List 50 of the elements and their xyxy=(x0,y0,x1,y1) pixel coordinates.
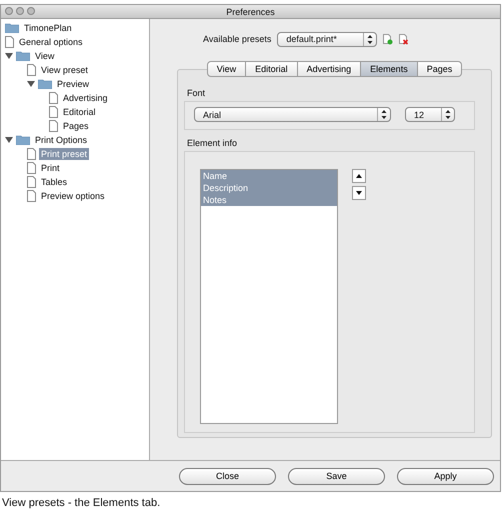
tree-item[interactable]: View xyxy=(33,50,56,62)
tab[interactable]: Elements xyxy=(361,61,418,77)
tree-item[interactable]: Preview options xyxy=(39,190,107,202)
folder-icon xyxy=(5,23,19,33)
document-icon xyxy=(49,106,58,118)
tab[interactable]: Editorial xyxy=(246,61,298,77)
tree-item[interactable]: TimonePlan xyxy=(22,22,74,34)
caption: View presets - the Elements tab. xyxy=(2,497,162,509)
expanded-triangle-icon[interactable] xyxy=(27,80,35,88)
folder-icon xyxy=(16,51,30,61)
document-icon xyxy=(27,176,36,188)
expanded-triangle-icon[interactable] xyxy=(5,52,13,60)
document-icon xyxy=(27,64,36,76)
document-icon xyxy=(27,148,36,160)
down-arrow-icon xyxy=(356,191,362,195)
tab[interactable]: Advertising xyxy=(298,61,362,77)
presets-label: Available presets xyxy=(203,34,272,44)
tree-item[interactable]: Preview xyxy=(55,78,92,90)
delete-document-icon[interactable] xyxy=(399,34,410,44)
document-icon xyxy=(27,162,36,174)
tree-item[interactable]: Tables xyxy=(39,176,70,188)
folder-icon xyxy=(16,135,30,145)
tree-item[interactable]: Advertising xyxy=(61,92,110,104)
font-label: Font xyxy=(187,88,206,98)
dialog-button[interactable]: Apply xyxy=(397,468,494,484)
dialog-button[interactable]: Close xyxy=(179,468,276,484)
document-icon xyxy=(27,190,36,202)
up-arrow-icon xyxy=(356,174,362,178)
tree-item[interactable]: Editorial xyxy=(61,106,98,118)
move-down-button[interactable] xyxy=(352,186,366,200)
folder-icon xyxy=(38,79,52,89)
add-document-icon[interactable] xyxy=(383,34,394,44)
tree-item[interactable]: Print xyxy=(39,162,62,174)
tab[interactable]: View xyxy=(206,61,246,77)
document-icon xyxy=(49,120,58,132)
expanded-triangle-icon[interactable] xyxy=(5,136,13,144)
move-up-button[interactable] xyxy=(352,169,366,183)
document-icon xyxy=(49,92,58,104)
tree-item[interactable]: View preset xyxy=(39,64,90,76)
tree-item[interactable]: General options xyxy=(17,36,85,48)
document-icon xyxy=(5,36,14,48)
element-info-label: Element info xyxy=(187,138,238,148)
font-size-dropdown[interactable]: 12 xyxy=(405,107,455,122)
presets-dropdown[interactable]: default.print* xyxy=(277,32,378,46)
tree-item[interactable]: Pages xyxy=(61,120,91,132)
window-title: Preferences xyxy=(225,6,276,16)
tree-item[interactable]: Print Options xyxy=(33,134,90,146)
font-family-dropdown[interactable]: Arial xyxy=(194,107,391,122)
tab[interactable]: Pages xyxy=(418,61,462,77)
dialog-button[interactable]: Save xyxy=(288,468,385,484)
